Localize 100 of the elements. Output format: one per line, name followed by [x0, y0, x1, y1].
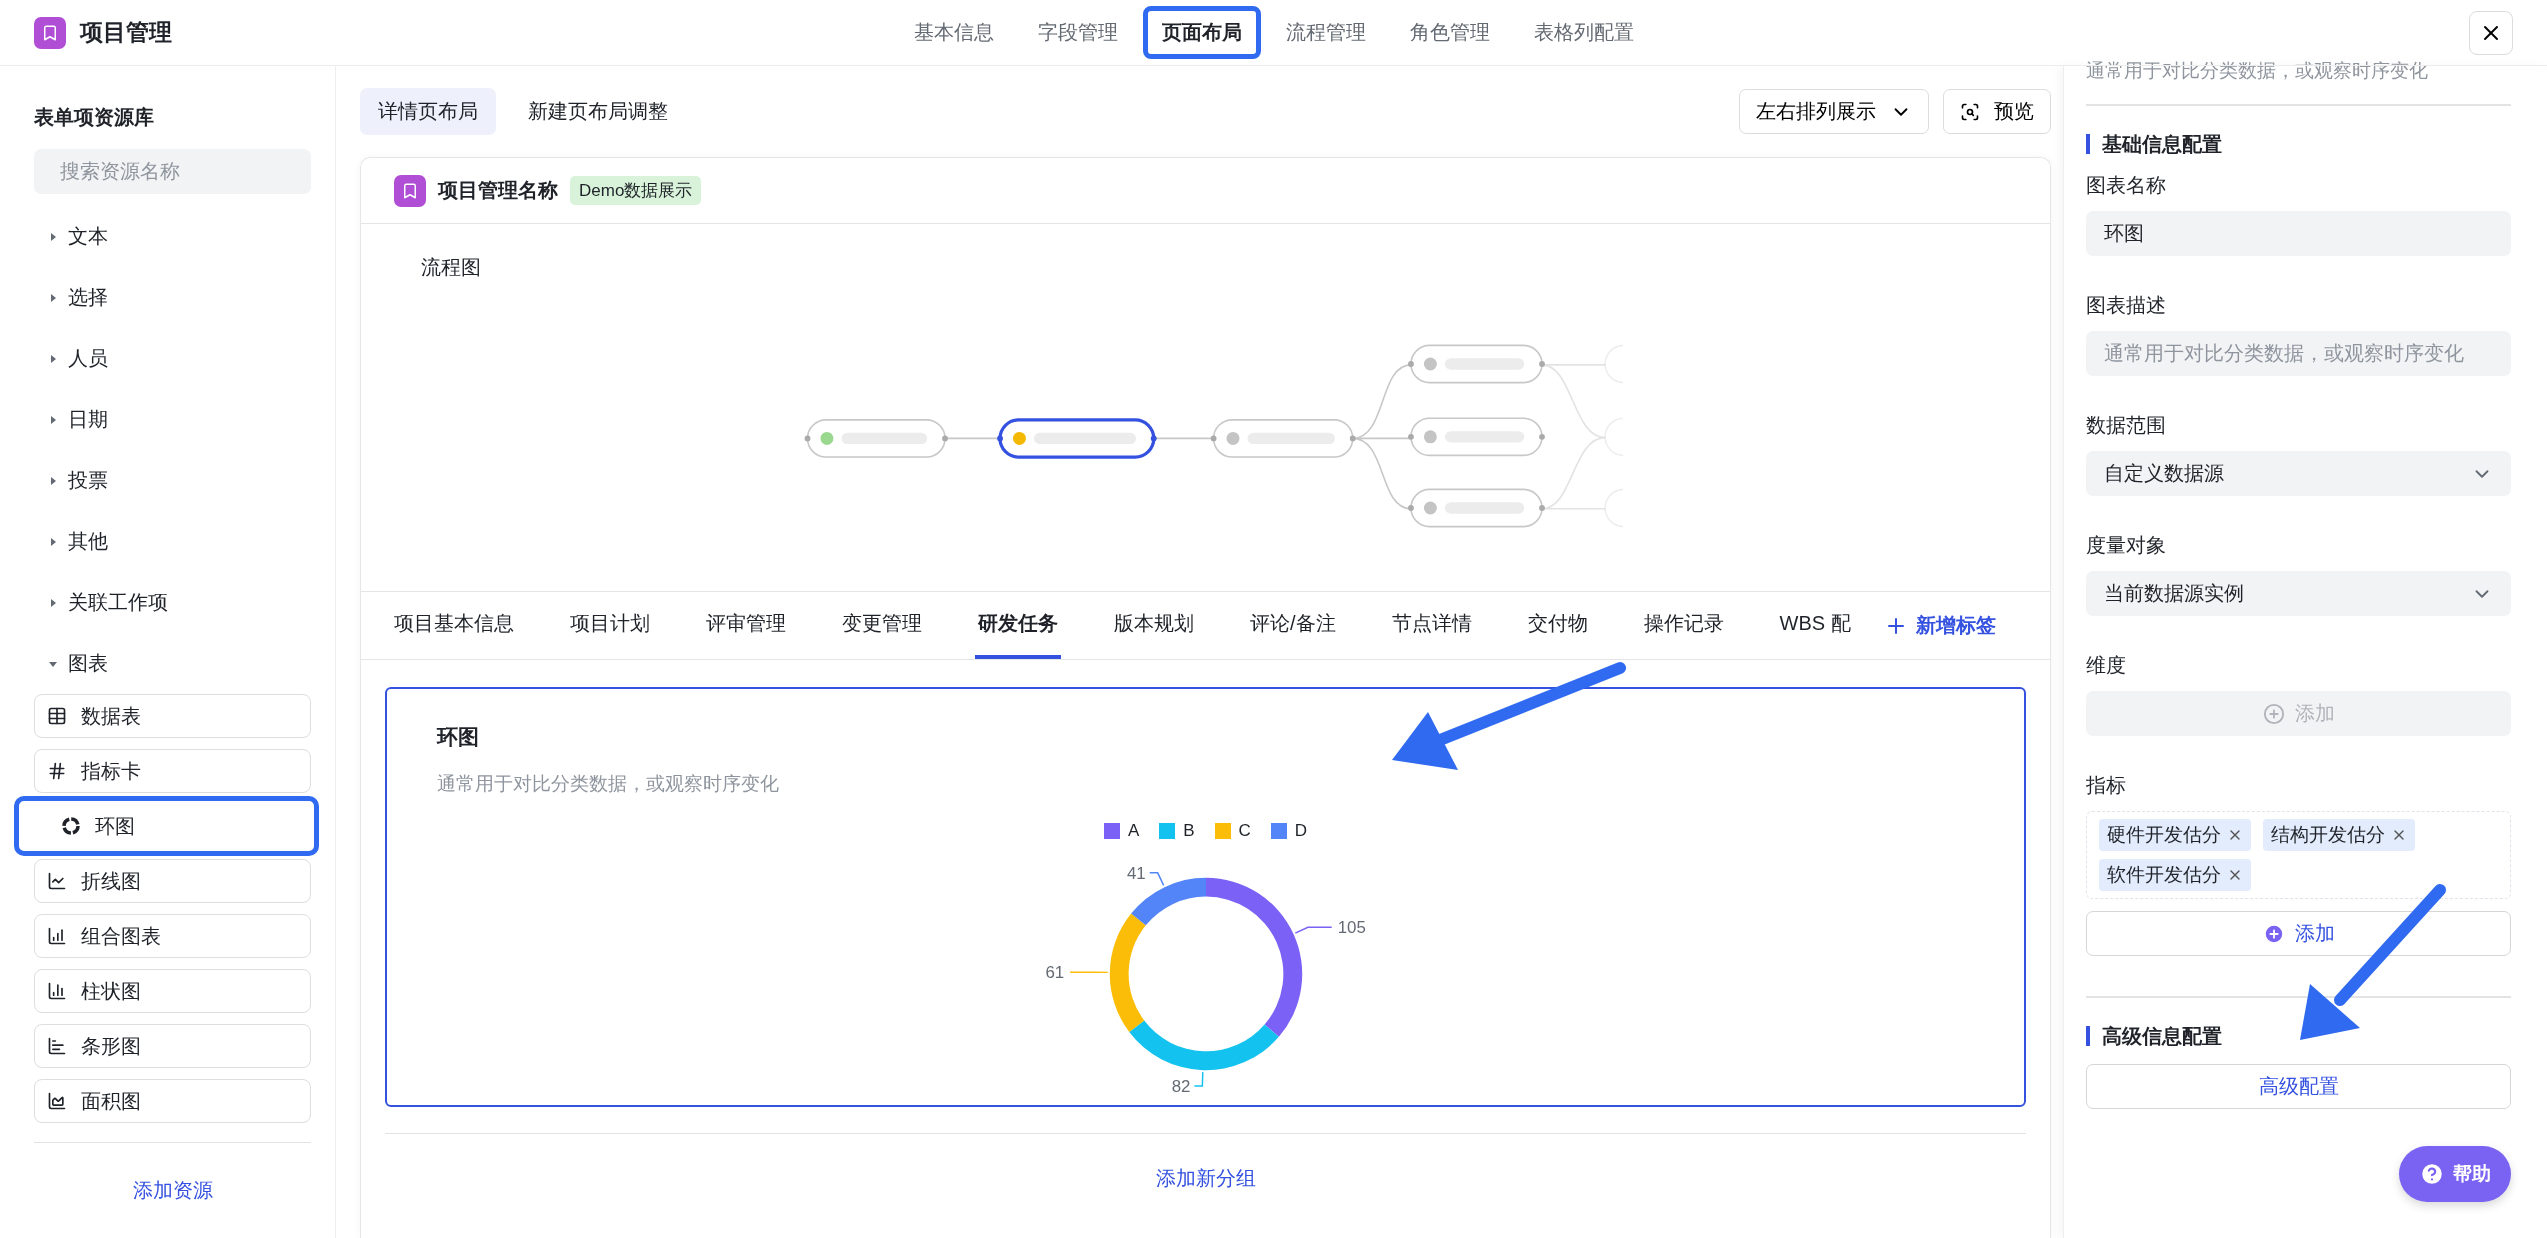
field-label: 数据范围	[2086, 413, 2167, 438]
group-row[interactable]: 选择	[34, 267, 311, 328]
group-row[interactable]: 日期	[34, 389, 311, 450]
group-label: 投票	[68, 468, 108, 493]
resource-label: 指标卡	[81, 758, 141, 784]
add-tab-button[interactable]: 新增标签	[1877, 592, 2002, 659]
group-row[interactable]: 文本	[34, 206, 311, 267]
resource-item[interactable]: 指标卡	[34, 749, 311, 793]
legend-label: C	[1238, 821, 1251, 841]
group-row[interactable]: 其他	[34, 511, 311, 572]
close-button[interactable]	[2469, 10, 2513, 55]
app-title: 项目管理	[80, 18, 172, 47]
caret-icon	[48, 597, 58, 608]
add-button[interactable]: 添加	[2086, 911, 2511, 956]
combo-chart-icon	[47, 926, 67, 946]
nav-tab[interactable]: 角色管理	[1390, 6, 1509, 59]
group-row[interactable]: 投票	[34, 450, 311, 511]
group-label: 关联工作项	[68, 590, 168, 615]
section-title: 基础信息配置	[2086, 134, 2511, 154]
nav-tab[interactable]: 字段管理	[1018, 6, 1137, 59]
chart-description: 通常用于对比分类数据，或观察时序变化	[437, 772, 780, 796]
add-resource-link[interactable]: 添加资源	[126, 1176, 219, 1205]
group-label: 其他	[68, 529, 108, 554]
select-field[interactable]: 自定义数据源	[2086, 451, 2511, 496]
resource-item[interactable]: 组合图表	[34, 914, 311, 958]
select-field[interactable]: 当前数据源实例	[2086, 571, 2511, 616]
group-row[interactable]: 图表	[34, 633, 311, 694]
flow-title: 流程图	[420, 255, 482, 280]
group-row[interactable]: 关联工作项	[34, 572, 311, 633]
group-label: 日期	[68, 407, 108, 432]
layout-tab[interactable]: 新建页布局调整	[510, 88, 686, 135]
add-group-link[interactable]: 添加新分组	[1149, 1164, 1262, 1193]
plus-circle-icon	[2262, 922, 2285, 945]
leader-line	[1148, 872, 1164, 887]
leader-line	[1294, 926, 1332, 934]
caret-icon	[48, 475, 58, 486]
caret-icon	[48, 536, 58, 547]
tag-field[interactable]: 硬件开发估分 结构开发估分 软件开发估分	[2086, 811, 2511, 899]
section-tab[interactable]: 变更管理	[839, 592, 925, 659]
section-tab[interactable]: 版本规划	[1111, 592, 1197, 659]
resource-item[interactable]: 数据表	[34, 694, 311, 738]
resource-item[interactable]: 柱状图	[34, 969, 311, 1013]
caret-icon	[48, 231, 58, 242]
table-icon	[47, 706, 67, 726]
nav-tab[interactable]: 页面布局	[1142, 6, 1261, 59]
resource-item[interactable]: 面积图	[34, 1079, 311, 1123]
tag-text: 结构开发估分	[2271, 823, 2385, 847]
section-tab[interactable]: 节点详情	[1388, 592, 1475, 659]
resource-label: 面积图	[81, 1088, 141, 1114]
advanced-config-button[interactable]: 高级配置	[2086, 1064, 2511, 1109]
resource-label: 条形图	[81, 1033, 141, 1059]
resource-item[interactable]: 条形图	[34, 1024, 311, 1068]
layout-tab[interactable]: 详情页布局	[360, 88, 496, 135]
caret-icon	[48, 292, 58, 303]
caret-icon	[48, 414, 58, 425]
group-label: 图表	[68, 651, 108, 676]
section-tab[interactable]: 评审管理	[703, 592, 789, 659]
chart-card[interactable]: 环图 通常用于对比分类数据，或观察时序变化 A B C D 105 82 61 41	[385, 687, 2026, 1107]
section-tab[interactable]: 项目基本信息	[391, 592, 517, 659]
preview-icon	[1960, 101, 1980, 122]
field-label: 维度	[2086, 653, 2127, 678]
section-tab[interactable]: 研发任务	[975, 592, 1061, 659]
section-tab[interactable]: WBS 配	[1776, 592, 1854, 659]
nav-tab[interactable]: 表格列配置	[1514, 6, 1653, 59]
text-field[interactable]: 环图	[2086, 211, 2511, 256]
data-label: 41	[1126, 863, 1146, 883]
section-tab[interactable]: 操作记录	[1640, 592, 1727, 659]
leader-line	[1193, 1071, 1204, 1087]
arrangement-select[interactable]: 左右排列展示	[1739, 89, 1929, 134]
select-value: 当前数据源实例	[2104, 581, 2244, 606]
nav-tab[interactable]: 流程管理	[1266, 6, 1385, 59]
search-box[interactable]: 搜索资源名称	[34, 149, 311, 194]
preview-button[interactable]: 预览	[1943, 89, 2051, 134]
field-label: 图表描述	[2086, 293, 2167, 318]
app-logo-icon	[34, 16, 66, 49]
section-tab[interactable]: 交付物	[1524, 592, 1591, 659]
demo-tag: Demo数据展示	[570, 176, 702, 205]
line-chart-icon	[47, 871, 67, 891]
number-icon	[47, 761, 67, 781]
tag-text: 硬件开发估分	[2107, 823, 2221, 847]
field-label: 度量对象	[2086, 533, 2167, 558]
data-label: 105	[1337, 918, 1366, 938]
group-row[interactable]: 人员	[34, 328, 311, 389]
legend-label: A	[1127, 821, 1140, 841]
group-label: 人员	[68, 346, 108, 371]
card-title: 项目管理名称	[438, 178, 558, 203]
section-tab[interactable]: 评论/备注	[1247, 592, 1339, 659]
caret-icon	[48, 353, 58, 364]
leader-line	[1068, 971, 1109, 974]
group-label: 文本	[68, 224, 108, 249]
chart-title: 环图	[437, 724, 480, 750]
text-field[interactable]: 通常用于对比分类数据，或观察时序变化	[2086, 331, 2511, 376]
tag-text: 软件开发估分	[2107, 863, 2221, 887]
section-tab[interactable]: 项目计划	[567, 592, 653, 659]
resource-item[interactable]: 环图	[14, 796, 319, 856]
resource-label: 组合图表	[81, 923, 161, 949]
resource-item[interactable]: 折线图	[34, 859, 311, 903]
nav-tab[interactable]: 基本信息	[894, 6, 1013, 59]
bookmark-icon	[394, 174, 426, 207]
help-button[interactable]: 帮助	[2399, 1146, 2511, 1202]
